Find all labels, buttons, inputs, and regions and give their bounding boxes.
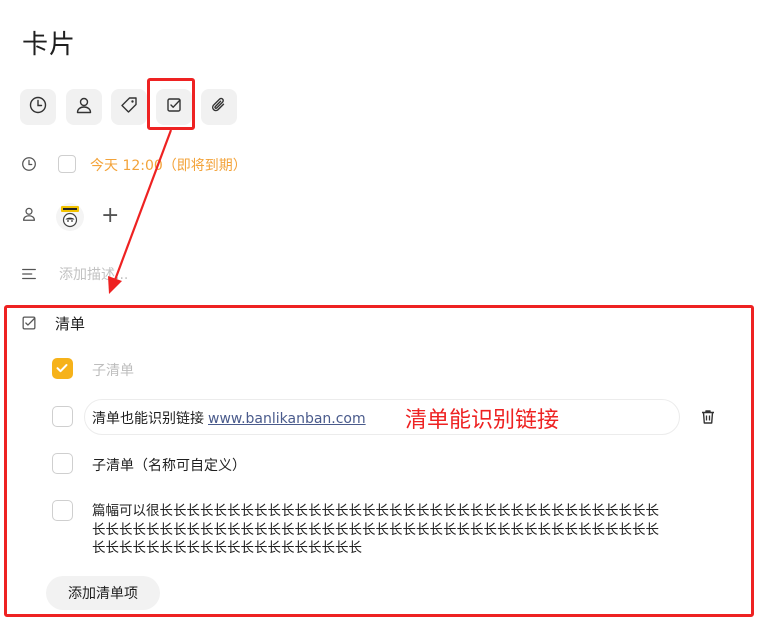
annotation-label: 清单能识别链接 [405, 408, 560, 433]
annotation-arrow [108, 129, 173, 294]
